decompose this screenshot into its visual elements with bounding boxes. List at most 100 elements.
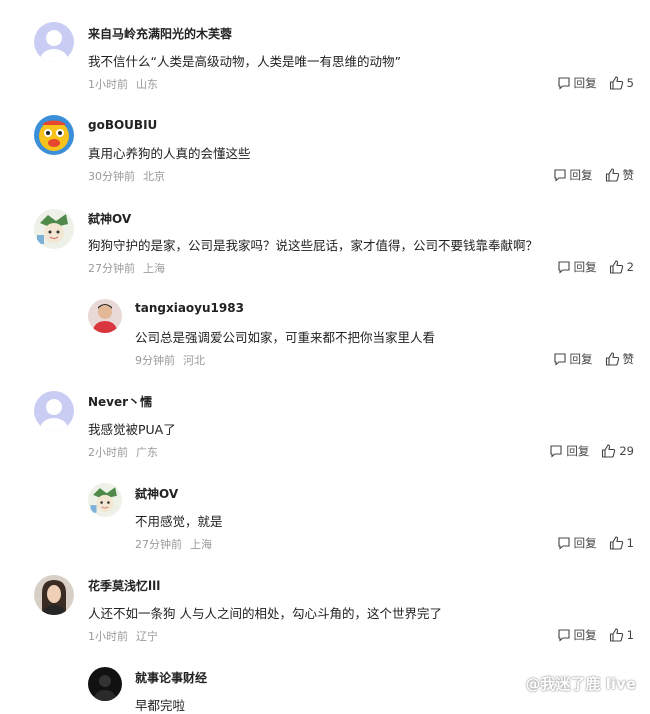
watermark: @我迷了鹿 live <box>525 675 636 693</box>
like-button[interactable]: 1 <box>609 536 634 550</box>
comment-bubble-icon <box>558 77 570 90</box>
comment-time: 1小时前 <box>88 630 128 643</box>
reply-button[interactable]: 回复 <box>557 75 597 91</box>
comment-time: 9分钟前 <box>135 354 175 367</box>
like-count: 29 <box>619 444 634 458</box>
thumbs-up-icon <box>609 260 623 274</box>
comment-actions: 回复 赞 <box>553 351 635 367</box>
comment-meta: 2小时前 广东 <box>88 444 158 460</box>
commenter-name[interactable]: tangxiaoyu1983 <box>135 301 244 315</box>
comment-location: 上海 <box>143 262 165 275</box>
avatar-default[interactable] <box>34 22 74 62</box>
reply-button[interactable]: 回复 <box>553 351 593 367</box>
reply-button[interactable]: 回复 <box>557 627 597 643</box>
comment-text: 不用感觉，就是 <box>135 514 223 529</box>
reply-label: 回复 <box>566 444 590 458</box>
comment-item: 花季莫浅忆lll 人还不如一条狗 人与人之间的相处，勾心斗角的，这个世界完了 1… <box>0 559 650 651</box>
reply-button[interactable]: 回复 <box>557 535 597 551</box>
like-count: 2 <box>626 260 634 274</box>
comment-meta: 1小时前 山东 <box>88 76 158 92</box>
reply-button[interactable]: 回复 <box>549 443 589 459</box>
comment-time: 30分钟前 <box>88 170 135 183</box>
comment-location: 广东 <box>136 446 158 459</box>
commenter-name[interactable]: 花季莫浅忆lll <box>88 577 160 594</box>
comment-item: 来自马岭充满阳光的木芙蓉 我不信什么“人类是高级动物，人类是唯一有思维的动物” … <box>0 0 650 95</box>
thumbs-up-icon <box>602 444 616 458</box>
commenter-name[interactable]: 弑神OV <box>88 210 131 227</box>
comment-time: 27分钟前 <box>88 262 135 275</box>
commenter-name[interactable]: 弑神OV <box>135 485 178 502</box>
reply-label: 回复 <box>573 260 597 274</box>
avatar-default[interactable] <box>34 391 74 431</box>
comment-meta: 30分钟前 北京 <box>88 168 165 184</box>
comment-bubble-icon <box>558 537 570 550</box>
comment-text: 早都完啦 <box>135 698 186 713</box>
like-button[interactable]: 29 <box>601 444 634 458</box>
like-button[interactable]: 2 <box>609 260 634 274</box>
comment-time: 2小时前 <box>88 446 128 459</box>
like-count: 1 <box>626 536 634 550</box>
reply-button[interactable]: 回复 <box>553 167 593 183</box>
comment-location: 山东 <box>136 78 158 91</box>
comment-time: 27分钟前 <box>135 538 182 551</box>
like-count: 5 <box>626 76 634 90</box>
like-count: 1 <box>626 628 634 642</box>
avatar-photo[interactable] <box>88 299 122 333</box>
comment-item: goBOUBIU 真用心养狗的人真的会懂这些 30分钟前 北京 回复 赞 <box>0 95 650 190</box>
comment-text: 真用心养狗的人真的会懂这些 <box>88 146 251 161</box>
comment-item: 弑神OV 狗狗守护的是家，公司是我家吗？说这些屁话，家才值得，公司不要钱靠奉献啊… <box>0 190 650 283</box>
commenter-name[interactable]: Never丶懦 <box>88 393 152 410</box>
comment-actions: 回复 赞 <box>553 167 635 183</box>
reply-label: 回复 <box>573 628 597 642</box>
comment-actions: 回复 1 <box>557 627 634 643</box>
like-button[interactable]: 1 <box>609 628 634 642</box>
reply-item: 弑神OV 不用感觉，就是 27分钟前 上海 回复 1 <box>0 467 650 559</box>
thumbs-up-icon <box>609 628 623 642</box>
comment-text: 我感觉被PUA了 <box>88 422 176 437</box>
comment-bubble-icon <box>553 353 566 366</box>
reply-button[interactable]: 回复 <box>557 259 597 275</box>
comment-item: Never丶懦 我感觉被PUA了 2小时前 广东 回复 29 <box>0 375 650 467</box>
comment-text: 我不信什么“人类是高级动物，人类是唯一有思维的动物” <box>88 54 401 69</box>
comment-bubble-icon <box>553 169 566 182</box>
commenter-name[interactable]: 来自马岭充满阳光的木芙蓉 <box>88 25 232 42</box>
comment-actions: 回复 5 <box>557 75 634 91</box>
like-button[interactable]: 5 <box>609 76 634 90</box>
comment-meta: 27分钟前 上海 <box>88 260 165 276</box>
like-button[interactable]: 赞 <box>605 351 635 367</box>
like-count: 赞 <box>622 168 635 182</box>
comment-text: 公司总是强调爱公司如家，可重来都不把你当家里人看 <box>135 330 436 345</box>
reply-item: tangxiaoyu1983 公司总是强调爱公司如家，可重来都不把你当家里人看 … <box>0 283 650 375</box>
reply-label: 回复 <box>569 352 593 366</box>
comment-meta: 1小时前 辽宁 <box>88 628 158 644</box>
comment-bubble-icon <box>550 445 562 458</box>
avatar-cartoon[interactable] <box>88 483 122 517</box>
reply-label: 回复 <box>573 76 597 90</box>
thumbs-up-icon <box>609 76 623 90</box>
comment-actions: 回复 1 <box>557 535 634 551</box>
comment-actions: 回复 29 <box>549 443 634 459</box>
reply-label: 回复 <box>569 168 593 182</box>
avatar-doll[interactable] <box>34 115 74 155</box>
comment-time: 1小时前 <box>88 78 128 91</box>
like-count: 赞 <box>622 352 635 366</box>
comment-text: 狗狗守护的是家，公司是我家吗？说这些屁话，家才值得，公司不要钱靠奉献啊？ <box>88 238 539 253</box>
comment-text: 人还不如一条狗 人与人之间的相处，勾心斗角的，这个世界完了 <box>88 606 442 621</box>
thumbs-up-icon <box>605 352 619 366</box>
avatar-cartoon[interactable] <box>34 209 74 249</box>
avatar-dark[interactable] <box>88 667 122 701</box>
comment-location: 北京 <box>143 170 165 183</box>
comment-actions: 回复 2 <box>557 259 634 275</box>
thumbs-up-icon <box>605 168 619 182</box>
commenter-name[interactable]: goBOUBIU <box>88 118 157 132</box>
comment-bubble-icon <box>558 261 570 274</box>
commenter-name[interactable]: 就事论事财经 <box>135 669 207 686</box>
comment-bubble-icon <box>558 629 570 642</box>
thumbs-up-icon <box>609 536 623 550</box>
like-button[interactable]: 赞 <box>605 167 635 183</box>
comment-location: 河北 <box>183 354 205 367</box>
avatar-photo[interactable] <box>34 575 74 615</box>
comment-location: 辽宁 <box>136 630 158 643</box>
reply-label: 回复 <box>573 536 597 550</box>
comment-meta: 9分钟前 河北 <box>135 352 205 368</box>
